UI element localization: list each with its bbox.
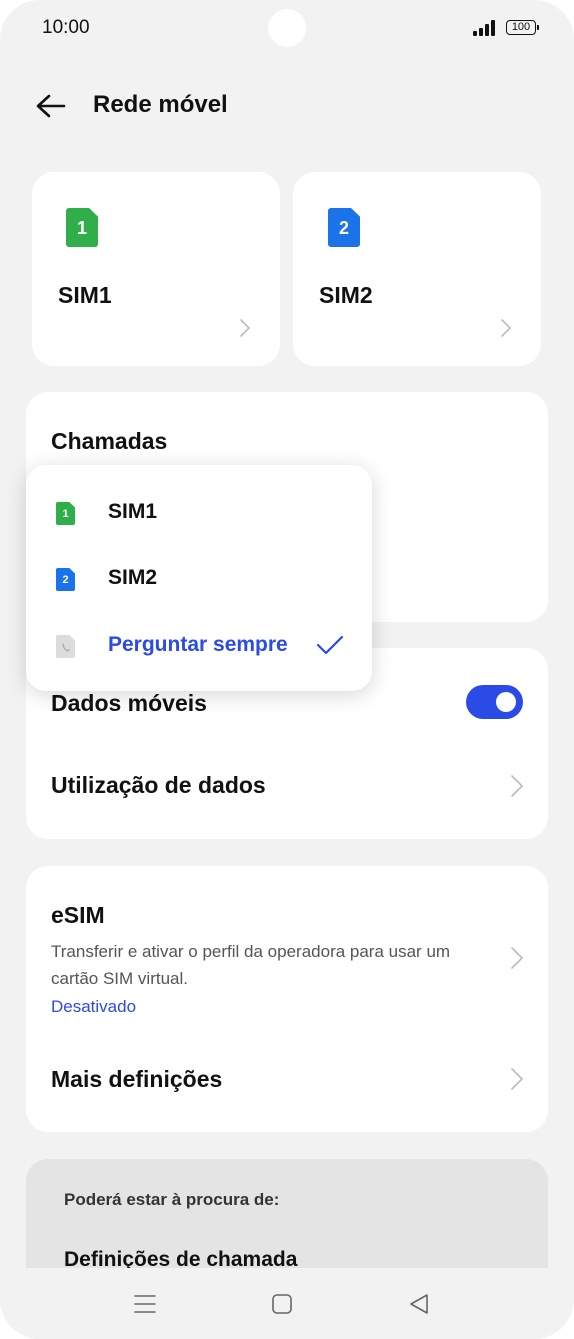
mobile-data-toggle[interactable] <box>466 685 523 719</box>
chevron-right-icon <box>511 1068 524 1090</box>
calls-title: Chamadas <box>51 428 168 454</box>
navigation-bar <box>0 1268 574 1339</box>
calls-sim-popup: 1 SIM1 2 SIM2 Perguntar sempre <box>26 465 372 691</box>
esim-title[interactable]: eSIM <box>51 902 105 929</box>
suggestions-label: Poderá estar à procura de: <box>64 1190 280 1209</box>
back-arrow-icon <box>36 94 66 118</box>
status-time: 10:00 <box>42 17 90 38</box>
popup-option-ask-always[interactable]: Perguntar sempre <box>108 633 288 657</box>
popup-option-sim2[interactable]: SIM2 <box>108 566 157 590</box>
esim-description: Transferir e ativar o perfil da operador… <box>51 942 451 988</box>
phone-screen: 10:00 100 Rede móvel 1 SIM1 2 SIM2 Chama… <box>0 0 574 1339</box>
chevron-right-icon <box>240 319 251 337</box>
esim-status: Desativado <box>51 997 137 1016</box>
ask-always-sim-icon <box>56 635 75 658</box>
chevron-right-icon <box>511 947 524 969</box>
chevron-right-icon <box>501 319 512 337</box>
home-icon[interactable] <box>270 1292 294 1316</box>
sim1-name: SIM1 <box>58 282 112 308</box>
back-triangle-icon[interactable] <box>407 1292 431 1316</box>
mobile-data-label: Dados móveis <box>51 690 207 716</box>
sim2-card[interactable]: 2 SIM2 <box>293 172 541 366</box>
battery-icon: 100 <box>506 20 539 35</box>
signal-icon <box>473 20 497 36</box>
camera-cutout <box>268 9 306 47</box>
checkmark-icon <box>316 635 344 655</box>
sim2-name: SIM2 <box>319 282 373 308</box>
page-title: Rede móvel <box>93 91 228 118</box>
sim1-card[interactable]: 1 SIM1 <box>32 172 280 366</box>
sim2-icon: 2 <box>56 568 75 591</box>
data-usage-row[interactable]: Utilização de dados <box>51 772 266 799</box>
menu-icon[interactable] <box>133 1292 157 1316</box>
sim1-icon: 1 <box>56 502 75 525</box>
sim2-icon: 2 <box>328 208 360 247</box>
esim-card: eSIM Transferir e ativar o perfil da ope… <box>26 866 548 1132</box>
more-settings-row[interactable]: Mais definições <box>51 1066 222 1093</box>
chevron-right-icon <box>511 775 524 797</box>
back-button[interactable] <box>30 88 70 128</box>
popup-option-sim1[interactable]: SIM1 <box>108 500 157 524</box>
sim1-icon: 1 <box>66 208 98 247</box>
